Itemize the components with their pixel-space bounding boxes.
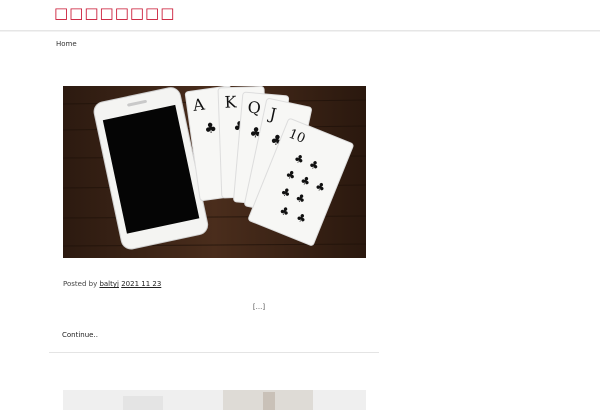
svg-text:Q: Q: [247, 98, 262, 118]
site-header: □□□□□□□□: [0, 0, 600, 31]
post-excerpt: [...]: [252, 303, 266, 311]
svg-text:♣: ♣: [203, 120, 218, 138]
post-divider: [49, 352, 379, 353]
post-featured-image[interactable]: A ♣ K ♣ Q ♣ J ♣: [63, 86, 366, 258]
next-post-image[interactable]: [63, 390, 366, 410]
post-meta-prefix: Posted by: [63, 280, 98, 288]
post-author-link[interactable]: baltyj: [99, 280, 119, 288]
breadcrumb-home[interactable]: Home: [56, 40, 77, 48]
post-meta: Posted by baltyj 2021 11 23: [63, 280, 161, 288]
post-date-link[interactable]: 2021 11 23: [121, 280, 161, 288]
site-title[interactable]: □□□□□□□□: [54, 4, 175, 22]
svg-text:K: K: [224, 92, 238, 111]
continue-reading-link[interactable]: Continue..: [62, 331, 98, 339]
